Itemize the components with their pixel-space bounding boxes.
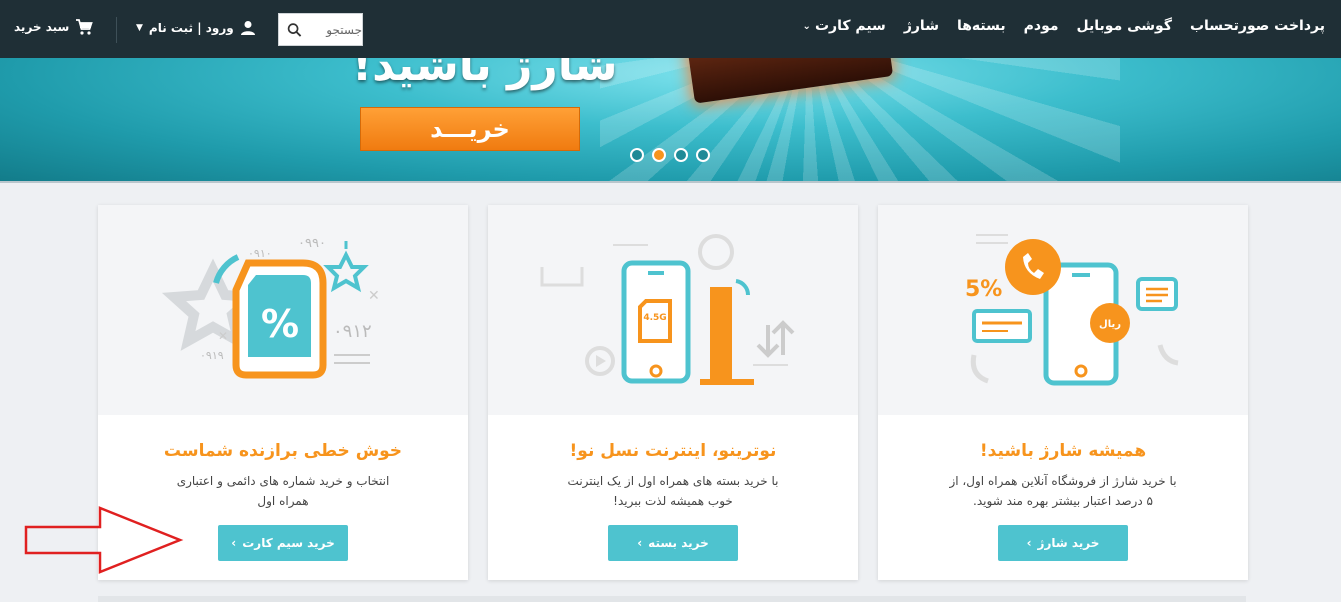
chevron-down-icon: ⌄ [802,20,811,32]
svg-text:%: % [261,302,299,346]
hero-buy-button[interactable]: خریـــد [360,107,580,151]
svg-text:۰۹۱۰: ۰۹۱۰ [248,247,272,260]
nav-item-label: مودم [1023,18,1059,34]
slider-dot-2[interactable] [652,148,666,162]
slider-dot-1[interactable] [630,148,644,162]
chevron-right-icon: › [231,536,237,550]
svg-text:۰۹۹۰: ۰۹۹۰ [298,236,326,251]
login-label: ورود | ثبت نام [148,21,234,35]
charge-illustration: 5% ریال [878,205,1248,415]
caret-down-icon: ▼ [136,23,143,33]
buy-package-button[interactable]: خرید بسته › [608,525,738,561]
search-input[interactable] [306,22,362,37]
package-illustration: 4.5G [488,205,858,415]
main-menu: سیم کارت ⌄ شارژ بسته‌ها مودم گوشی موبایل… [803,18,1325,34]
top-navigation-bar: سیم کارت ⌄ شارژ بسته‌ها مودم گوشی موبایل… [0,0,1341,58]
nav-item-packages[interactable]: بسته‌ها [957,18,1006,34]
nav-item-label: شارژ [903,18,939,34]
search-icon[interactable] [287,22,302,38]
card-title: خوش خطی برازنده شماست [163,441,403,461]
sim-illustration-icon: % ۰۹۱۰ ۰۹۹۰ ۰۹۱۲ ۰۹۱۹ ✕ ✕ [161,236,380,379]
button-label: خرید سیم کارت [242,536,335,550]
svg-text:✕: ✕ [218,329,228,343]
svg-text:✕: ✕ [368,288,380,304]
package-illustration-icon: 4.5G [540,234,795,385]
card-charge: 5% ریال همیشه شارژ باشید! با خرید شارژ ا… [878,205,1248,580]
svg-text:۰۹۱۲: ۰۹۱۲ [333,321,372,342]
buy-charge-button[interactable]: خرید شارژ › [998,525,1128,561]
slider-dot-4[interactable] [696,148,710,162]
button-label: خرید شارژ [1037,536,1100,550]
cart-button[interactable]: سبد خرید [14,18,94,36]
nav-item-label: گوشی موبایل [1076,18,1172,34]
nav-item-label: بسته‌ها [956,18,1006,34]
hero-bottom-border [0,181,1341,183]
card-title: نوترینو، اینترنت نسل نو! [569,441,777,461]
card-description: با خرید شارژ از فروشگاه آنلاین همراه اول… [949,474,1177,508]
slider-dot-3[interactable] [674,148,688,162]
chevron-right-icon: › [1026,536,1032,550]
card-internet-package: 4.5G نوترینو، اینترنت نسل نو! با خرید بس… [488,205,858,580]
login-register-dropdown[interactable]: ▼ ورود | ثبت نام [136,20,256,36]
charge-illustration-icon: 5% ریال [965,234,1179,386]
nav-item-mobile-phone[interactable]: گوشی موبایل [1077,18,1172,34]
card-title: همیشه شارژ باشید! [979,441,1147,461]
nav-item-label: سیم کارت [814,18,886,34]
nav-item-bill-payment[interactable]: پرداخت صورتحساب [1190,18,1325,34]
svg-text:۰۹۱۹: ۰۹۱۹ [200,349,224,362]
nav-divider [116,17,117,43]
red-arrow-annotation-icon [24,506,184,574]
sim-card-illustration: % ۰۹۱۰ ۰۹۹۰ ۰۹۱۲ ۰۹۱۹ ✕ ✕ [98,205,468,415]
card-description: با خرید بسته های همراه اول از یک اینترنت… [567,474,779,508]
chevron-right-icon: › [637,536,643,550]
nav-item-charge[interactable]: شارژ [904,18,939,34]
search-box[interactable] [278,13,363,46]
nav-item-modem[interactable]: مودم [1024,18,1059,34]
user-icon [240,21,255,35]
nav-item-label: پرداخت صورتحساب [1189,18,1325,34]
next-section-edge [98,596,1246,602]
svg-text:5%: 5% [965,277,1002,302]
svg-text:4.5G: 4.5G [643,313,666,323]
button-label: خرید بسته [648,536,709,550]
card-description: انتخاب و خرید شماره های دائمی و اعتباری … [176,474,390,508]
buy-sim-card-button[interactable]: خرید سیم کارت › [218,525,348,561]
svg-text:ریال: ریال [1099,319,1121,330]
nav-item-sim-card[interactable]: سیم کارت ⌄ [803,18,886,34]
shopping-cart-icon [76,19,94,35]
slider-dots [630,148,710,162]
cart-label: سبد خرید [14,20,70,34]
